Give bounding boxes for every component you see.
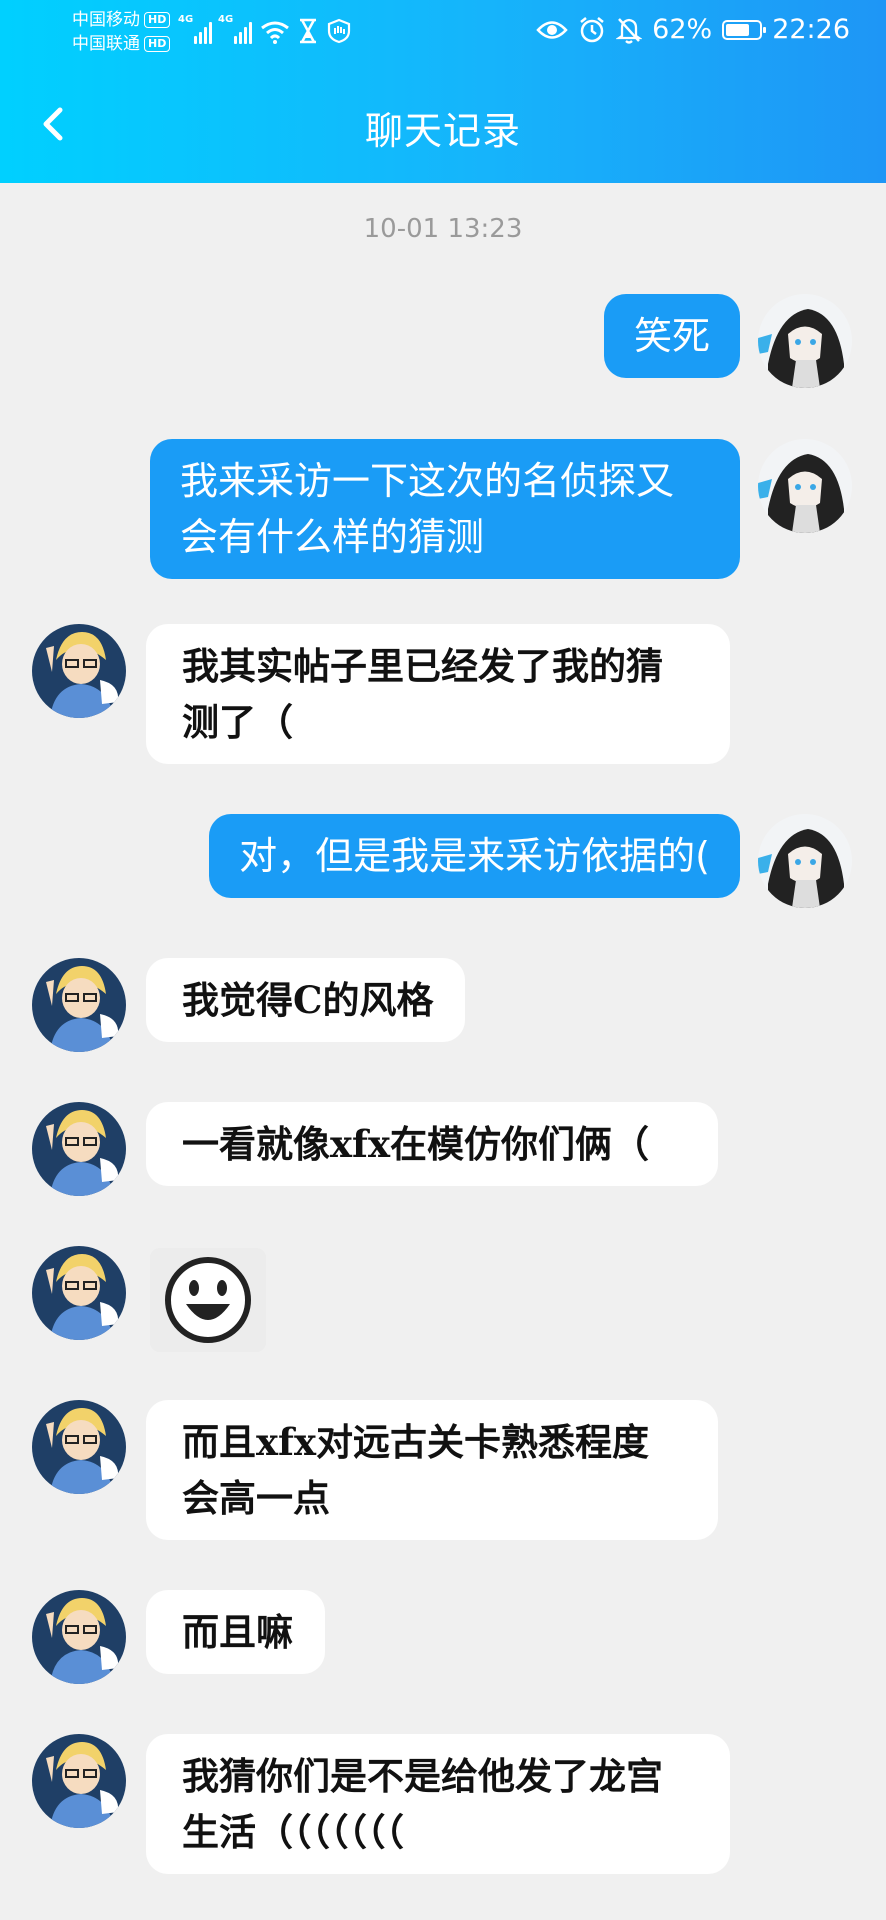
bell-off-icon	[616, 17, 643, 44]
chat-message-theirs[interactable]: 我觉得C的风格	[146, 958, 466, 1042]
carrier-2-label: 中国联通	[72, 34, 140, 54]
chat-message-mine[interactable]: 我来采访一下这次的名侦探又 会有什么样的猜测	[150, 439, 740, 579]
header-bar: 中国移动 HD 中国联通 HD 4G 4G 62% 22:26 聊天记录	[0, 0, 886, 183]
alarm-icon	[580, 16, 604, 42]
chat-message-theirs[interactable]: 一看就像xfx在模仿你们俩（	[146, 1102, 718, 1186]
contact-avatar[interactable]	[32, 1590, 126, 1684]
signal-strength-icon: 4G	[178, 14, 212, 44]
page-title: 聊天记录	[364, 109, 521, 153]
shield-hand-icon	[327, 18, 351, 44]
chat-message-theirs[interactable]: 而且嘛	[146, 1590, 325, 1674]
signal-strength-icon: 4G	[218, 14, 252, 44]
my-avatar[interactable]	[758, 439, 852, 533]
chat-message-mine[interactable]: 笑死	[603, 294, 740, 378]
network-type-label: 4G	[178, 14, 194, 25]
hd-badge: HD	[144, 12, 171, 28]
chat-message-mine[interactable]: 对，但是我是来采访依据的(	[209, 814, 740, 898]
status-bar: 中国移动 HD 中国联通 HD 4G 4G 62% 22:26	[0, 0, 886, 64]
chat-message-theirs[interactable]: 而且xfx对远古关卡熟悉程度 会高一点	[146, 1400, 718, 1540]
eye-icon	[536, 20, 568, 39]
wifi-icon	[261, 21, 289, 44]
contact-avatar[interactable]	[32, 1734, 126, 1828]
clock-time: 22:26	[772, 14, 850, 45]
battery-fill	[726, 23, 749, 36]
network-type-label: 4G	[218, 14, 234, 25]
chat-message-theirs[interactable]: 我猜你们是不是给他发了龙宫 生活（（（（（（（	[146, 1734, 730, 1874]
contact-avatar[interactable]	[32, 958, 126, 1052]
my-avatar[interactable]	[758, 814, 852, 908]
contact-avatar[interactable]	[32, 1400, 126, 1494]
contact-avatar[interactable]	[32, 1102, 126, 1196]
contact-avatar[interactable]	[32, 624, 126, 718]
carrier-1-label: 中国移动	[72, 10, 140, 30]
my-avatar[interactable]	[758, 294, 852, 388]
smiley-face-sticker[interactable]	[150, 1248, 266, 1352]
hourglass-icon	[300, 18, 316, 44]
status-right: 62% 22:26	[536, 14, 850, 45]
carrier-info: 中国移动 HD 中国联通 HD	[72, 8, 171, 56]
chat-timestamp: 10-01 13:23	[363, 214, 523, 244]
battery-percent: 62%	[652, 14, 713, 45]
hd-badge: HD	[144, 36, 171, 52]
contact-avatar[interactable]	[32, 1246, 126, 1340]
battery-icon	[722, 19, 767, 40]
chat-message-theirs[interactable]: 我其实帖子里已经发了我的猜 测了（	[146, 624, 730, 764]
signal-icons: 4G 4G	[178, 14, 352, 44]
